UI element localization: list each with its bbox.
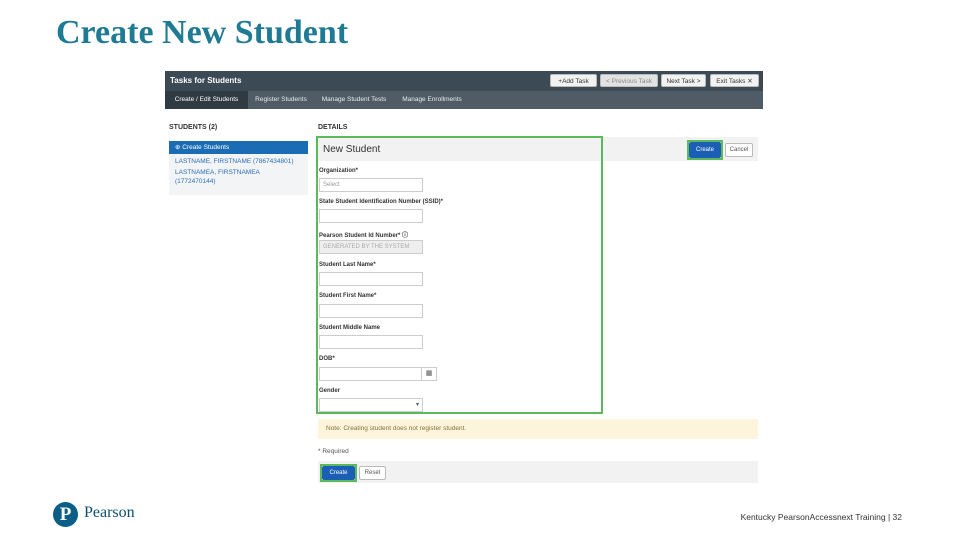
calendar-icon[interactable]: ▦ xyxy=(421,368,436,380)
task-header: Tasks for Students +Add Task < Previous … xyxy=(165,71,763,91)
middle-name-label: Student Middle Name xyxy=(319,325,381,331)
exit-tasks-button[interactable]: Exit Tasks ✕ xyxy=(710,74,759,87)
footer-text: Kentucky PearsonAccessnext Training | 32 xyxy=(740,512,902,522)
organization-select[interactable]: Select xyxy=(319,178,423,192)
details-heading: DETAILS xyxy=(318,124,348,131)
gender-label: Gender xyxy=(319,388,341,394)
pearson-p-icon: P xyxy=(53,502,78,527)
student-link[interactable]: LASTNAMEA, FIRSTNAMEA xyxy=(175,168,260,177)
student-link[interactable]: LASTNAME, FIRSTNAME (7867434801) xyxy=(175,157,294,166)
tab-manage-enrollments[interactable]: Manage Enrollments xyxy=(394,91,470,109)
student-link-id[interactable]: (1772470144) xyxy=(175,177,215,186)
create-button-top[interactable]: Create xyxy=(689,142,721,158)
dob-field[interactable]: ▦ xyxy=(319,367,437,381)
pearson-id-label-text: Pearson Student Id Number* xyxy=(319,233,401,239)
pearson-id-field: GENERATED BY THE SYSTEM xyxy=(319,240,423,254)
create-students-label: Create Students xyxy=(182,144,230,151)
info-icon[interactable]: ⓘ xyxy=(402,233,408,239)
required-note: * Required xyxy=(318,448,349,455)
pearson-id-label: Pearson Student Id Number* ⓘ xyxy=(319,230,408,239)
reset-button[interactable]: Reset xyxy=(359,466,386,480)
tab-create-edit-students[interactable]: Create / Edit Students xyxy=(165,91,248,109)
add-task-button[interactable]: +Add Task xyxy=(550,74,597,87)
task-header-title: Tasks for Students xyxy=(170,76,242,85)
middle-name-field[interactable] xyxy=(319,335,423,349)
ssid-label: State Student Identification Number (SSI… xyxy=(319,199,444,205)
organization-label: Organization* xyxy=(319,168,359,174)
first-name-field[interactable] xyxy=(319,304,423,318)
next-task-button[interactable]: Next Task > xyxy=(661,74,706,87)
tab-manage-student-tests[interactable]: Manage Student Tests xyxy=(314,91,394,109)
tab-register-students[interactable]: Register Students xyxy=(248,91,314,109)
create-button-bottom[interactable]: Create xyxy=(322,466,355,480)
note-banner: Note: Creating student does not register… xyxy=(318,419,758,439)
last-name-field[interactable] xyxy=(319,272,423,286)
last-name-label: Student Last Name* xyxy=(319,262,376,268)
dob-label: DOB* xyxy=(319,356,335,362)
previous-task-button[interactable]: < Previous Task xyxy=(600,74,658,87)
gender-select[interactable]: ▾ xyxy=(319,398,423,412)
ssid-field[interactable] xyxy=(319,209,423,223)
students-list: ⊕ Create Students LASTNAME, FIRSTNAME (7… xyxy=(169,141,308,195)
create-students-item[interactable]: ⊕ Create Students xyxy=(169,141,308,154)
first-name-label: Student First Name* xyxy=(319,293,377,299)
chevron-down-icon: ▾ xyxy=(415,402,419,408)
task-tabs: Create / Edit Students Register Students… xyxy=(165,91,763,109)
pearson-logo-text: Pearson xyxy=(84,504,135,521)
students-heading: STUDENTS (2) xyxy=(169,124,218,131)
slide-title: Create New Student xyxy=(56,14,349,51)
app-screenshot: Tasks for Students +Add Task < Previous … xyxy=(165,71,763,485)
cancel-button[interactable]: Cancel xyxy=(725,143,753,157)
